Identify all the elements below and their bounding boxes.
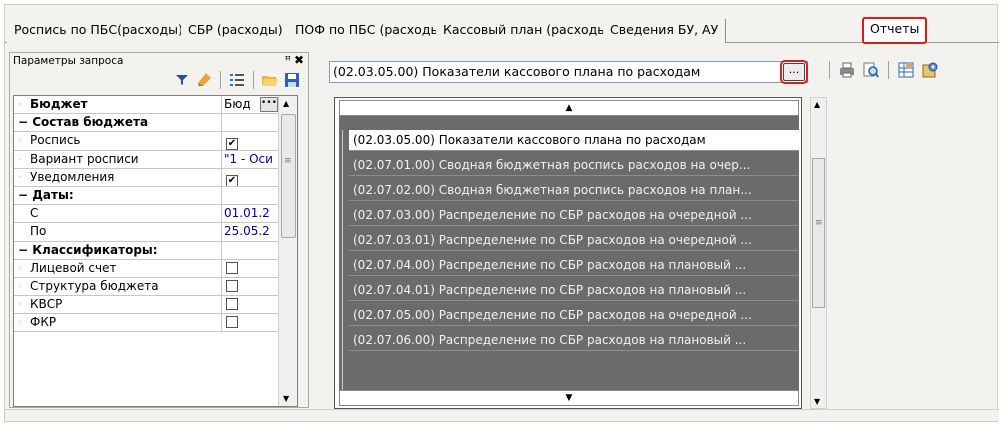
scroll-thumb[interactable] bbox=[812, 158, 825, 308]
row-marker-icon: ◦ bbox=[18, 318, 23, 328]
report-select-value: (02.03.05.00) Показатели кассового плана… bbox=[333, 64, 701, 79]
save-icon[interactable] bbox=[282, 70, 302, 90]
tab-pof-pbs[interactable]: ПОФ по ПБС (расходы) bbox=[288, 19, 454, 43]
params-header: Параметры запроса ꟸ ✖ bbox=[13, 53, 305, 69]
grid-row-budget[interactable]: ◦ Бюджет Бюд ••• bbox=[14, 96, 297, 115]
report-list-item[interactable]: (02.07.06.00) Распределение по СБР расхо… bbox=[349, 330, 799, 351]
row-label: Структура бюджета bbox=[30, 278, 159, 293]
personal-account-checkbox[interactable] bbox=[226, 261, 238, 274]
list-icon[interactable] bbox=[227, 70, 247, 90]
print-icon[interactable] bbox=[836, 59, 858, 81]
scroll-up-icon[interactable]: ▲ bbox=[814, 100, 820, 109]
status-bar bbox=[5, 409, 999, 421]
report-dropdown: ▲ (02.03.05.00) Показатели кассового пла… bbox=[334, 97, 802, 409]
kvsr-checkbox[interactable] bbox=[226, 298, 238, 311]
preview-icon[interactable] bbox=[860, 59, 882, 81]
row-marker-icon: ◦ bbox=[18, 263, 23, 273]
report-toolbar bbox=[825, 59, 941, 81]
pin-icon[interactable]: ꟸ bbox=[285, 54, 291, 67]
notifications-checkbox[interactable]: ✔ bbox=[226, 174, 238, 186]
params-grid: ◦ Бюджет Бюд ••• − Состав бюджета ◦ Роспис… bbox=[13, 95, 298, 407]
close-icon[interactable]: ✖ bbox=[294, 53, 304, 67]
scroll-up-icon[interactable]: ▲ bbox=[283, 99, 289, 108]
tab-svedeniya-bu-au[interactable]: Сведения БУ, АУ bbox=[603, 19, 727, 43]
date-to-value[interactable]: 25.05.2 bbox=[224, 223, 276, 240]
dropdown-scroll-down-icon[interactable]: ▼ bbox=[339, 390, 799, 406]
dropdown-scrollbar[interactable]: ▲ ≡ ▼ bbox=[810, 97, 827, 409]
row-marker-icon: ◦ bbox=[18, 172, 23, 182]
row-label: Вариант росписи bbox=[30, 151, 139, 166]
report-list-item[interactable]: (02.03.05.00) Показатели кассового плана… bbox=[349, 130, 799, 151]
grid-row-budget-structure[interactable]: ◦ Структура бюджета bbox=[14, 277, 297, 297]
tab-bar: Роспись по ПБС(расходы) СБР (расходы) ПО… bbox=[5, 17, 999, 44]
grid-row-fkr[interactable]: ◦ ФКР bbox=[14, 314, 297, 333]
tab-sbr[interactable]: СБР (расходы) bbox=[181, 19, 291, 43]
params-scrollbar[interactable]: ▲ ≡ ▼ bbox=[278, 96, 297, 406]
grid-row-date-from[interactable]: С 01.01.2 bbox=[14, 205, 297, 224]
params-toolbar bbox=[172, 69, 302, 91]
grid-row-personal-account[interactable]: ◦ Лицевой счет bbox=[14, 259, 297, 278]
variant-value[interactable]: "1 - Оси bbox=[224, 151, 276, 168]
dropdown-scroll-up-icon[interactable]: ▲ bbox=[339, 100, 799, 116]
grid-group-dates[interactable]: − Даты: bbox=[14, 186, 297, 206]
grid-row-variant[interactable]: ◦ Вариант росписи "1 - Оси bbox=[14, 150, 297, 169]
group-label: − Классификаторы: bbox=[14, 241, 222, 259]
scroll-down-icon[interactable]: ▼ bbox=[814, 397, 820, 406]
row-marker-icon: ◦ bbox=[18, 300, 23, 310]
fkr-checkbox[interactable] bbox=[226, 316, 238, 329]
row-label: Уведомления bbox=[30, 169, 115, 184]
clear-filter-icon[interactable] bbox=[194, 70, 214, 90]
row-label: С bbox=[14, 205, 222, 223]
grid-row-kvsr[interactable]: ◦ КВСР bbox=[14, 296, 297, 315]
grid-row-rospis[interactable]: ◦ Роспись ✔ bbox=[14, 132, 297, 151]
tab-reports[interactable]: Отчеты bbox=[862, 17, 928, 44]
query-params-panel: Параметры запроса ꟸ ✖ ◦ Бюджет Бюд ••• −… bbox=[9, 52, 309, 408]
rospis-checkbox[interactable]: ✔ bbox=[226, 138, 238, 150]
report-list-item[interactable]: (02.07.02.00) Сводная бюджетная роспись … bbox=[349, 180, 799, 201]
row-label: Роспись bbox=[30, 133, 81, 148]
grip-icon: ≡ bbox=[284, 156, 292, 166]
row-label: Лицевой счет bbox=[30, 260, 117, 275]
report-list-item[interactable]: (02.07.04.00) Распределение по СБР расхо… bbox=[349, 255, 799, 276]
row-marker-icon: ◦ bbox=[18, 281, 23, 291]
app-window: Роспись по ПБС(расходы) СБР (расходы) ПО… bbox=[4, 4, 999, 422]
row-label: КВСР bbox=[30, 297, 63, 312]
tab-rospis-pbs[interactable]: Роспись по ПБС(расходы) bbox=[7, 19, 191, 43]
report-list-item[interactable]: (02.07.01.00) Сводная бюджетная роспись … bbox=[349, 155, 799, 176]
params-title: Параметры запроса bbox=[13, 55, 124, 67]
report-ellipsis-button[interactable]: ... bbox=[780, 60, 808, 84]
report-list-item[interactable]: (02.07.03.00) Распределение по СБР расхо… bbox=[349, 205, 799, 226]
report-list-item[interactable]: (02.07.04.01) Распределение по СБР расхо… bbox=[349, 280, 799, 301]
scroll-down-icon[interactable]: ▼ bbox=[283, 394, 289, 403]
grid-group-budget-composition[interactable]: − Состав бюджета bbox=[14, 114, 297, 133]
grip-icon: ≡ bbox=[815, 218, 823, 228]
row-marker-icon: ◦ bbox=[18, 100, 24, 109]
row-marker-icon: ◦ bbox=[18, 136, 23, 146]
table-export-icon[interactable] bbox=[895, 59, 917, 81]
report-list-item[interactable]: (02.07.05.00) Распределение по СБР расхо… bbox=[349, 305, 799, 326]
report-list-item[interactable]: (02.07.03.01) Распределение по СБР расхо… bbox=[349, 230, 799, 251]
settings-icon[interactable] bbox=[919, 59, 941, 81]
budget-structure-checkbox[interactable] bbox=[226, 279, 238, 292]
row-label: Бюджет bbox=[30, 97, 88, 111]
budget-ellipsis-button[interactable]: ••• bbox=[260, 97, 278, 112]
row-label: ФКР bbox=[30, 315, 57, 330]
group-label: − Даты: bbox=[14, 186, 222, 205]
open-folder-icon[interactable] bbox=[260, 70, 280, 90]
grid-row-date-to[interactable]: По 25.05.2 bbox=[14, 223, 297, 242]
date-from-value[interactable]: 01.01.2 bbox=[224, 205, 276, 222]
row-label: По bbox=[14, 223, 222, 241]
group-label: − Состав бюджета bbox=[14, 114, 222, 132]
filter-icon[interactable] bbox=[172, 70, 192, 90]
report-select[interactable]: (02.03.05.00) Показатели кассового плана… bbox=[329, 60, 808, 84]
scroll-thumb[interactable] bbox=[281, 114, 296, 238]
row-marker-icon: ◦ bbox=[18, 154, 23, 164]
tab-cash-plan[interactable]: Кассовый план (расходы) bbox=[436, 19, 621, 43]
grid-row-notifications[interactable]: ◦ Уведомления ✔ bbox=[14, 168, 297, 187]
grid-group-classifiers[interactable]: − Классификаторы: bbox=[14, 241, 297, 260]
